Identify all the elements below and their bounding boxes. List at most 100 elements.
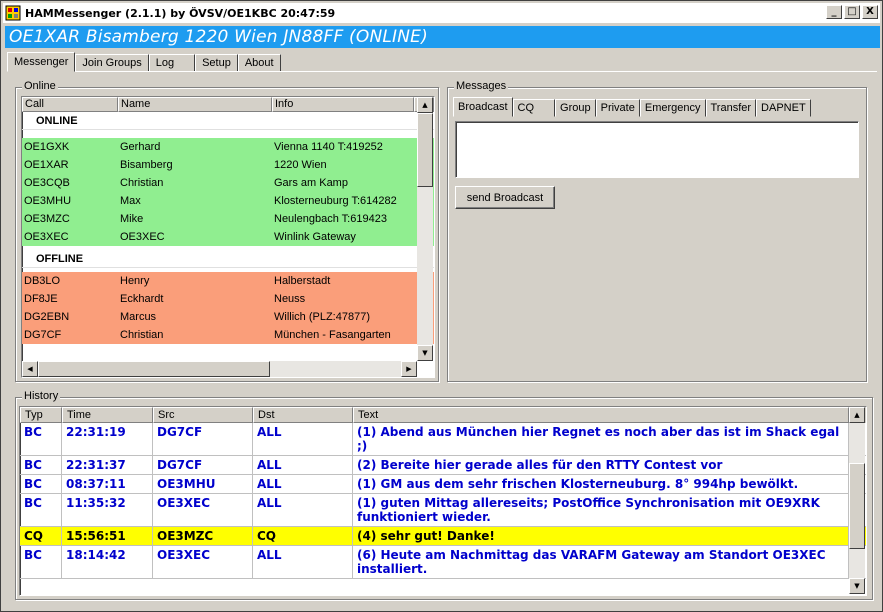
offline-user-row[interactable]: DF8JEEckhardtNeuss...: [22, 290, 434, 308]
column-typ[interactable]: Typ: [20, 407, 62, 423]
history-header: Typ Time Src Dst Text: [20, 407, 866, 423]
column-src[interactable]: Src: [153, 407, 253, 423]
user-name: Christian: [120, 329, 164, 341]
column-text[interactable]: Text: [353, 407, 849, 423]
online-user-row[interactable]: OE3CQBChristianGars am Kamp...: [22, 174, 434, 192]
online-user-row[interactable]: OE3MZCMikeNeulengbach T:619423...: [22, 210, 434, 228]
tab-broadcast[interactable]: Broadcast: [453, 97, 513, 117]
user-list-hscrollbar[interactable]: ◀ ▶: [22, 361, 417, 377]
history-row[interactable]: BC 18:14:42 OE3XEC ALL (6) Heute am Nachmitt…: [20, 546, 866, 579]
user-info: Neulengbach T:619423: [274, 213, 387, 225]
history-row[interactable]: BC 11:35:32 OE3XEC ALL (1) guten Mittag alle…: [20, 494, 866, 527]
history-dst: ALL: [253, 546, 353, 578]
history-scroll-up-button[interactable]: ▲: [849, 407, 865, 423]
tab-join-groups[interactable]: Join Groups: [75, 54, 149, 72]
offline-user-row[interactable]: DG7CFChristianMünchen - Fasangarten...: [22, 326, 434, 344]
main-tabs: Messenger Join Groups Log Setup About: [7, 52, 281, 72]
tab-about[interactable]: About: [237, 54, 281, 72]
tab-emergency[interactable]: Emergency: [639, 99, 706, 117]
column-time[interactable]: Time: [62, 407, 153, 423]
history-scroll-down-button[interactable]: ▼: [849, 578, 865, 594]
history-text: (1) GM aus dem sehr frischen Klosterneub…: [353, 475, 849, 493]
history-time: 18:14:42: [62, 546, 153, 578]
user-info: Winlink Gateway: [274, 231, 356, 243]
online-user-row[interactable]: OE3MHUMaxKlosterneuburg T:614282...: [22, 192, 434, 210]
history-row[interactable]: CQ 15:56:51 OE3MZC CQ (4) sehr gut! Danke!: [20, 527, 866, 546]
user-call: DF8JE: [24, 293, 58, 305]
history-time: 08:37:11: [62, 475, 153, 493]
user-info: Willich (PLZ:47877): [274, 311, 370, 323]
tab-dapnet[interactable]: DAPNET: [756, 99, 811, 117]
history-typ: BC: [20, 456, 62, 474]
column-name[interactable]: Name: [118, 97, 272, 112]
user-name: Bisamberg: [120, 159, 173, 171]
tab-private[interactable]: Private: [595, 99, 640, 117]
scroll-up-button[interactable]: ▲: [417, 97, 433, 113]
history-text: (1) Abend aus München hier Regnet es noc…: [353, 423, 849, 455]
history-text: (2) Bereite hier gerade alles für den RT…: [353, 456, 849, 474]
title-bar[interactable]: HAMMessenger (2.1.1) by ÖVSV/OE1KBC 20:4…: [3, 3, 880, 23]
history-row[interactable]: BC 22:31:37 DG7CF ALL (2) Bereite hier gerad…: [20, 456, 866, 475]
user-name: Max: [120, 195, 141, 207]
app-icon: [5, 5, 21, 21]
user-call: OE1XAR: [24, 159, 69, 171]
online-user-row[interactable]: OE3XECOE3XECWinlink Gateway...: [22, 228, 434, 246]
station-status-text: OE1XAR Bisamberg 1220 Wien JN88FF (ONLIN…: [9, 27, 428, 47]
history-vscrollbar[interactable]: ▲ ▼: [849, 407, 865, 594]
scroll-down-button[interactable]: ▼: [417, 345, 433, 361]
history-dst: ALL: [253, 423, 353, 455]
tab-messenger[interactable]: Messenger: [7, 52, 76, 72]
user-info: Gars am Kamp: [274, 177, 348, 189]
user-list-header: Call Name Info: [22, 97, 434, 112]
scroll-left-button[interactable]: ◀: [22, 361, 38, 377]
history-dst: ALL: [253, 494, 353, 526]
history-time: 22:31:19: [62, 423, 153, 455]
window-title: HAMMessenger (2.1.1) by ÖVSV/OE1KBC 20:4…: [25, 6, 336, 20]
tab-transfer[interactable]: Transfer: [705, 99, 757, 117]
column-call[interactable]: Call: [22, 97, 118, 112]
user-list[interactable]: Call Name Info ONLINE OE1GXK Gerhard Vienn…: [21, 96, 435, 378]
history-time: 15:56:51: [62, 527, 153, 545]
history-typ: BC: [20, 546, 62, 578]
online-user-row[interactable]: OE1XARBisamberg1220 Wien...: [22, 156, 434, 174]
history-src: DG7CF: [153, 423, 253, 455]
offline-user-row[interactable]: DG2EBNMarcusWillich (PLZ:47877)...: [22, 308, 434, 326]
history-dst: CQ: [253, 527, 353, 545]
history-row[interactable]: BC 22:31:19 DG7CF ALL (1) Abend aus München …: [20, 423, 866, 456]
offline-user-row[interactable]: DB3LOHenryHalberstadt...: [22, 272, 434, 290]
history-scroll-thumb[interactable]: [849, 463, 865, 549]
online-user-row[interactable]: OE1GXKGerhardVienna 1140 T:419252...: [22, 138, 434, 156]
column-info[interactable]: Info: [272, 97, 414, 112]
minimize-button[interactable]: _: [826, 5, 842, 19]
user-list-vscrollbar[interactable]: ▲ ▼: [417, 97, 433, 361]
user-name: Christian: [120, 177, 164, 189]
history-src: OE3MZC: [153, 527, 253, 545]
maximize-button[interactable]: □: [844, 5, 860, 19]
history-src: OE3XEC: [153, 546, 253, 578]
history-typ: BC: [20, 423, 62, 455]
user-name: Henry: [120, 275, 150, 287]
offline-group-title: OFFLINE: [22, 250, 434, 268]
tab-setup[interactable]: Setup: [195, 54, 238, 72]
history-row[interactable]: BC 08:37:11 OE3MHU ALL (1) GM aus dem sehr f…: [20, 475, 866, 494]
hscroll-thumb[interactable]: [38, 361, 270, 377]
user-name: Eckhardt: [120, 293, 164, 305]
tab-cq[interactable]: CQ: [512, 99, 556, 117]
tab-log[interactable]: Log: [148, 54, 196, 72]
scroll-right-button[interactable]: ▶: [401, 361, 417, 377]
tab-group[interactable]: Group: [555, 99, 596, 117]
history-text: (6) Heute am Nachmittag das VARAFM Gatew…: [353, 546, 849, 578]
scroll-thumb[interactable]: [417, 113, 433, 187]
message-input[interactable]: [455, 121, 859, 178]
user-call: OE1GXK: [24, 141, 70, 153]
close-button[interactable]: X: [862, 5, 878, 19]
history-src: OE3XEC: [153, 494, 253, 526]
send-broadcast-button[interactable]: send Broadcast: [455, 186, 555, 209]
online-legend: Online: [22, 80, 58, 92]
user-call: OE3MZC: [24, 213, 70, 225]
history-list[interactable]: Typ Time Src Dst Text BC 22:31:19 DG7CF ALL…: [19, 406, 867, 596]
user-call: DG2EBN: [24, 311, 70, 323]
user-name: OE3XEC: [120, 231, 165, 243]
user-call: OE3MHU: [24, 195, 72, 207]
column-dst[interactable]: Dst: [253, 407, 353, 423]
